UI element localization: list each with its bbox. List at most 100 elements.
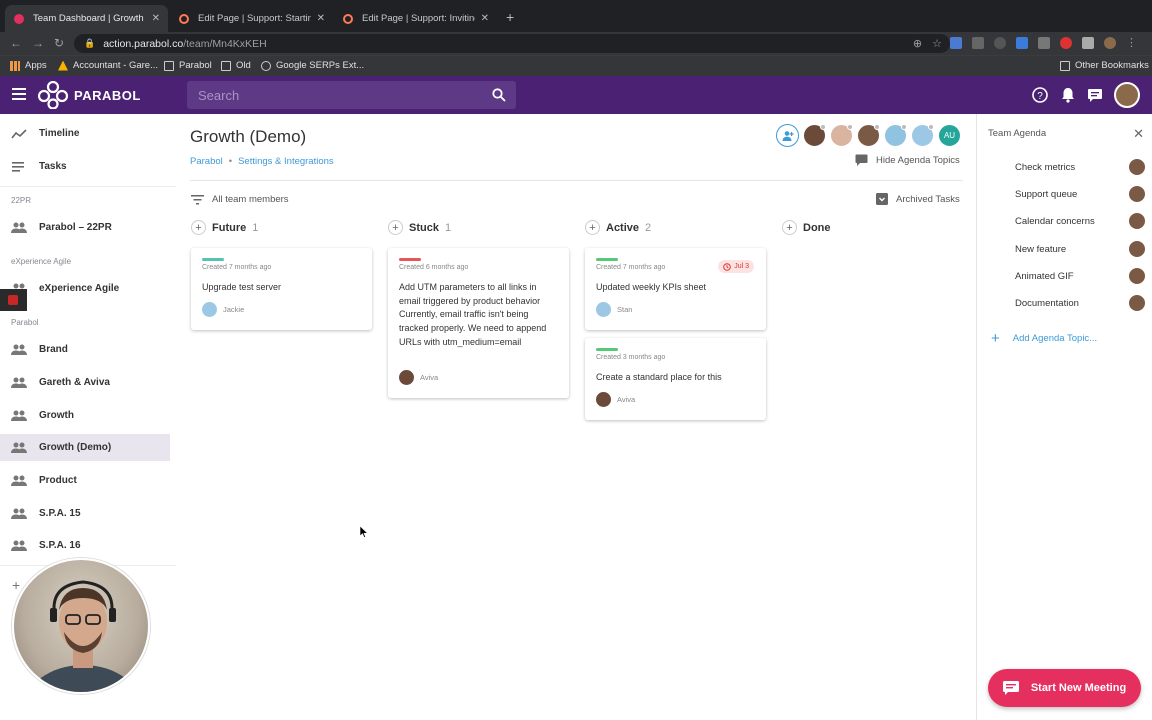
star-icon[interactable]: ☆ (932, 37, 942, 50)
avatar[interactable] (884, 124, 907, 147)
close-tab-icon[interactable]: ✕ (481, 13, 489, 24)
puzzle-icon[interactable] (1082, 36, 1094, 49)
add-task-button[interactable]: + (585, 220, 600, 235)
start-new-meeting-button[interactable]: Start New Meeting (988, 669, 1141, 707)
browser-tab[interactable]: Edit Page | Support: Inviting & Managing… (334, 5, 497, 32)
task-text[interactable]: Updated weekly KPIs sheet (596, 281, 756, 295)
sidebar-item-team[interactable]: S.P.A. 16 (0, 532, 170, 559)
avatar[interactable]: AU (938, 124, 961, 147)
due-date-badge[interactable]: Jul 3 (718, 260, 754, 273)
close-icon[interactable]: ✕ (1133, 126, 1144, 142)
menu-icon[interactable] (12, 88, 26, 100)
pocket-extension-icon[interactable] (1038, 36, 1050, 49)
back-icon[interactable]: ← (10, 36, 22, 50)
sidebar-item-team-selected[interactable]: Growth (Demo) (0, 434, 170, 461)
add-team-icon[interactable]: + (12, 577, 20, 593)
task-card[interactable]: Created 3 months ago Create a standard p… (585, 338, 766, 420)
add-team-member-button[interactable] (776, 124, 799, 147)
avatar (1129, 241, 1145, 257)
avatar (1129, 295, 1145, 311)
search-icon[interactable] (492, 88, 506, 102)
extension-icon[interactable] (972, 36, 984, 49)
task-owner[interactable]: Aviva (399, 370, 438, 385)
task-card[interactable]: Created 7 months ago Upgrade test server… (191, 248, 372, 330)
bookmark-apps[interactable]: Apps (10, 60, 47, 71)
add-task-button[interactable]: + (782, 220, 797, 235)
team-icon (11, 377, 27, 388)
add-task-button[interactable]: + (191, 220, 206, 235)
filter-icon (191, 195, 204, 205)
avatar[interactable] (911, 124, 934, 147)
reload-icon[interactable]: ↻ (54, 36, 64, 50)
task-card[interactable]: Created 6 months ago Add UTM parameters … (388, 248, 569, 398)
sidebar-item-timeline[interactable]: Timeline (0, 120, 170, 147)
extension-icon[interactable] (994, 36, 1006, 49)
extension-icon[interactable] (1060, 36, 1072, 49)
search-input[interactable] (187, 81, 477, 109)
avatar[interactable] (830, 124, 853, 147)
install-icon[interactable]: ⊕ (913, 37, 922, 50)
column-header-done: + Done (782, 220, 831, 235)
recording-stop-button[interactable] (0, 289, 27, 311)
team-member-filter[interactable]: All team members (191, 194, 289, 205)
bookmark-item[interactable]: Accountant - Gare... (58, 60, 158, 71)
sidebar-item-team[interactable]: Product (0, 467, 170, 494)
task-owner[interactable]: Jackie (202, 302, 244, 317)
help-icon[interactable]: ? (1031, 86, 1049, 104)
other-bookmarks[interactable]: Other Bookmarks (1060, 60, 1149, 71)
more-icon[interactable]: ⋮ (1126, 36, 1137, 49)
status-bar (596, 348, 618, 351)
task-card[interactable]: Created 7 months ago Jul 3 Updated weekl… (585, 248, 766, 330)
settings-integrations-link[interactable]: Settings & Integrations (238, 156, 334, 167)
forward-icon[interactable]: → (32, 36, 44, 50)
agenda-topic[interactable]: Documentation (1015, 294, 1145, 312)
agenda-topic[interactable]: Animated GIF (1015, 267, 1145, 285)
breadcrumb-separator: • (228, 156, 233, 167)
task-owner[interactable]: Aviva (596, 392, 635, 407)
task-owner[interactable]: Stan (596, 302, 632, 317)
profile-icon[interactable] (1104, 36, 1116, 49)
sidebar-item-team[interactable]: Brand (0, 336, 170, 363)
add-agenda-topic[interactable]: + Add Agenda Topic... (991, 330, 1097, 347)
browser-tab[interactable]: Team Dashboard | Growth (Demo) ✕ (5, 5, 168, 32)
close-tab-icon[interactable]: ✕ (317, 13, 325, 24)
bookmark-item[interactable]: Google SERPs Ext... (261, 60, 364, 71)
close-tab-icon[interactable]: ✕ (152, 13, 160, 24)
hide-agenda-topics-button[interactable]: Hide Agenda Topics (855, 154, 960, 166)
new-tab-icon[interactable]: + (506, 9, 514, 25)
sidebar-item-team[interactable]: S.P.A. 15 (0, 500, 170, 527)
notifications-bell-icon[interactable] (1059, 86, 1077, 104)
agenda-topic[interactable]: Check metrics (1015, 158, 1145, 176)
header-divider (190, 180, 963, 181)
task-text[interactable]: Create a standard place for this (596, 371, 756, 385)
agenda-topic[interactable]: Support queue (1015, 185, 1145, 203)
app-header: PARABOL ? (0, 76, 1152, 114)
chat-icon[interactable] (1086, 86, 1104, 104)
extension-icon[interactable] (1016, 36, 1028, 49)
team-icon (11, 540, 27, 551)
breadcrumb-org-link[interactable]: Parabol (190, 156, 223, 167)
avatar[interactable] (803, 124, 826, 147)
timeline-icon (11, 128, 27, 138)
agenda-topic[interactable]: New feature (1015, 240, 1145, 258)
avatar (1129, 268, 1145, 284)
bookmark-folder[interactable]: Old (221, 60, 251, 71)
task-text[interactable]: Add UTM parameters to all links in email… (399, 281, 559, 350)
sidebar-item-team[interactable]: Gareth & Aviva (0, 369, 170, 396)
page-title: Growth (Demo) (190, 127, 307, 146)
avatar[interactable] (857, 124, 880, 147)
agenda-topic[interactable]: Calendar concerns (1015, 212, 1145, 230)
add-task-button[interactable]: + (388, 220, 403, 235)
bookmarks-bar: Apps Accountant - Gare... Parabol Old Go… (0, 55, 1152, 76)
user-avatar[interactable] (1114, 82, 1140, 108)
sidebar-item-tasks[interactable]: Tasks (0, 153, 170, 180)
column-header-future: + Future 1 (191, 220, 258, 235)
translate-extension-icon[interactable] (950, 36, 962, 49)
sidebar-item-team[interactable]: Growth (0, 402, 170, 429)
task-text[interactable]: Upgrade test server (202, 281, 362, 295)
url-bar[interactable]: 🔒 action.parabol.co/team/Mn4KxKEH ⊕ ☆ (74, 34, 950, 53)
archived-tasks-button[interactable]: Archived Tasks (876, 193, 960, 205)
bookmark-folder[interactable]: Parabol (164, 60, 212, 71)
browser-tab[interactable]: Edit Page | Support: Starting a Meeting … (170, 5, 333, 32)
sidebar-item-team[interactable]: Parabol – 22PR (0, 214, 170, 241)
